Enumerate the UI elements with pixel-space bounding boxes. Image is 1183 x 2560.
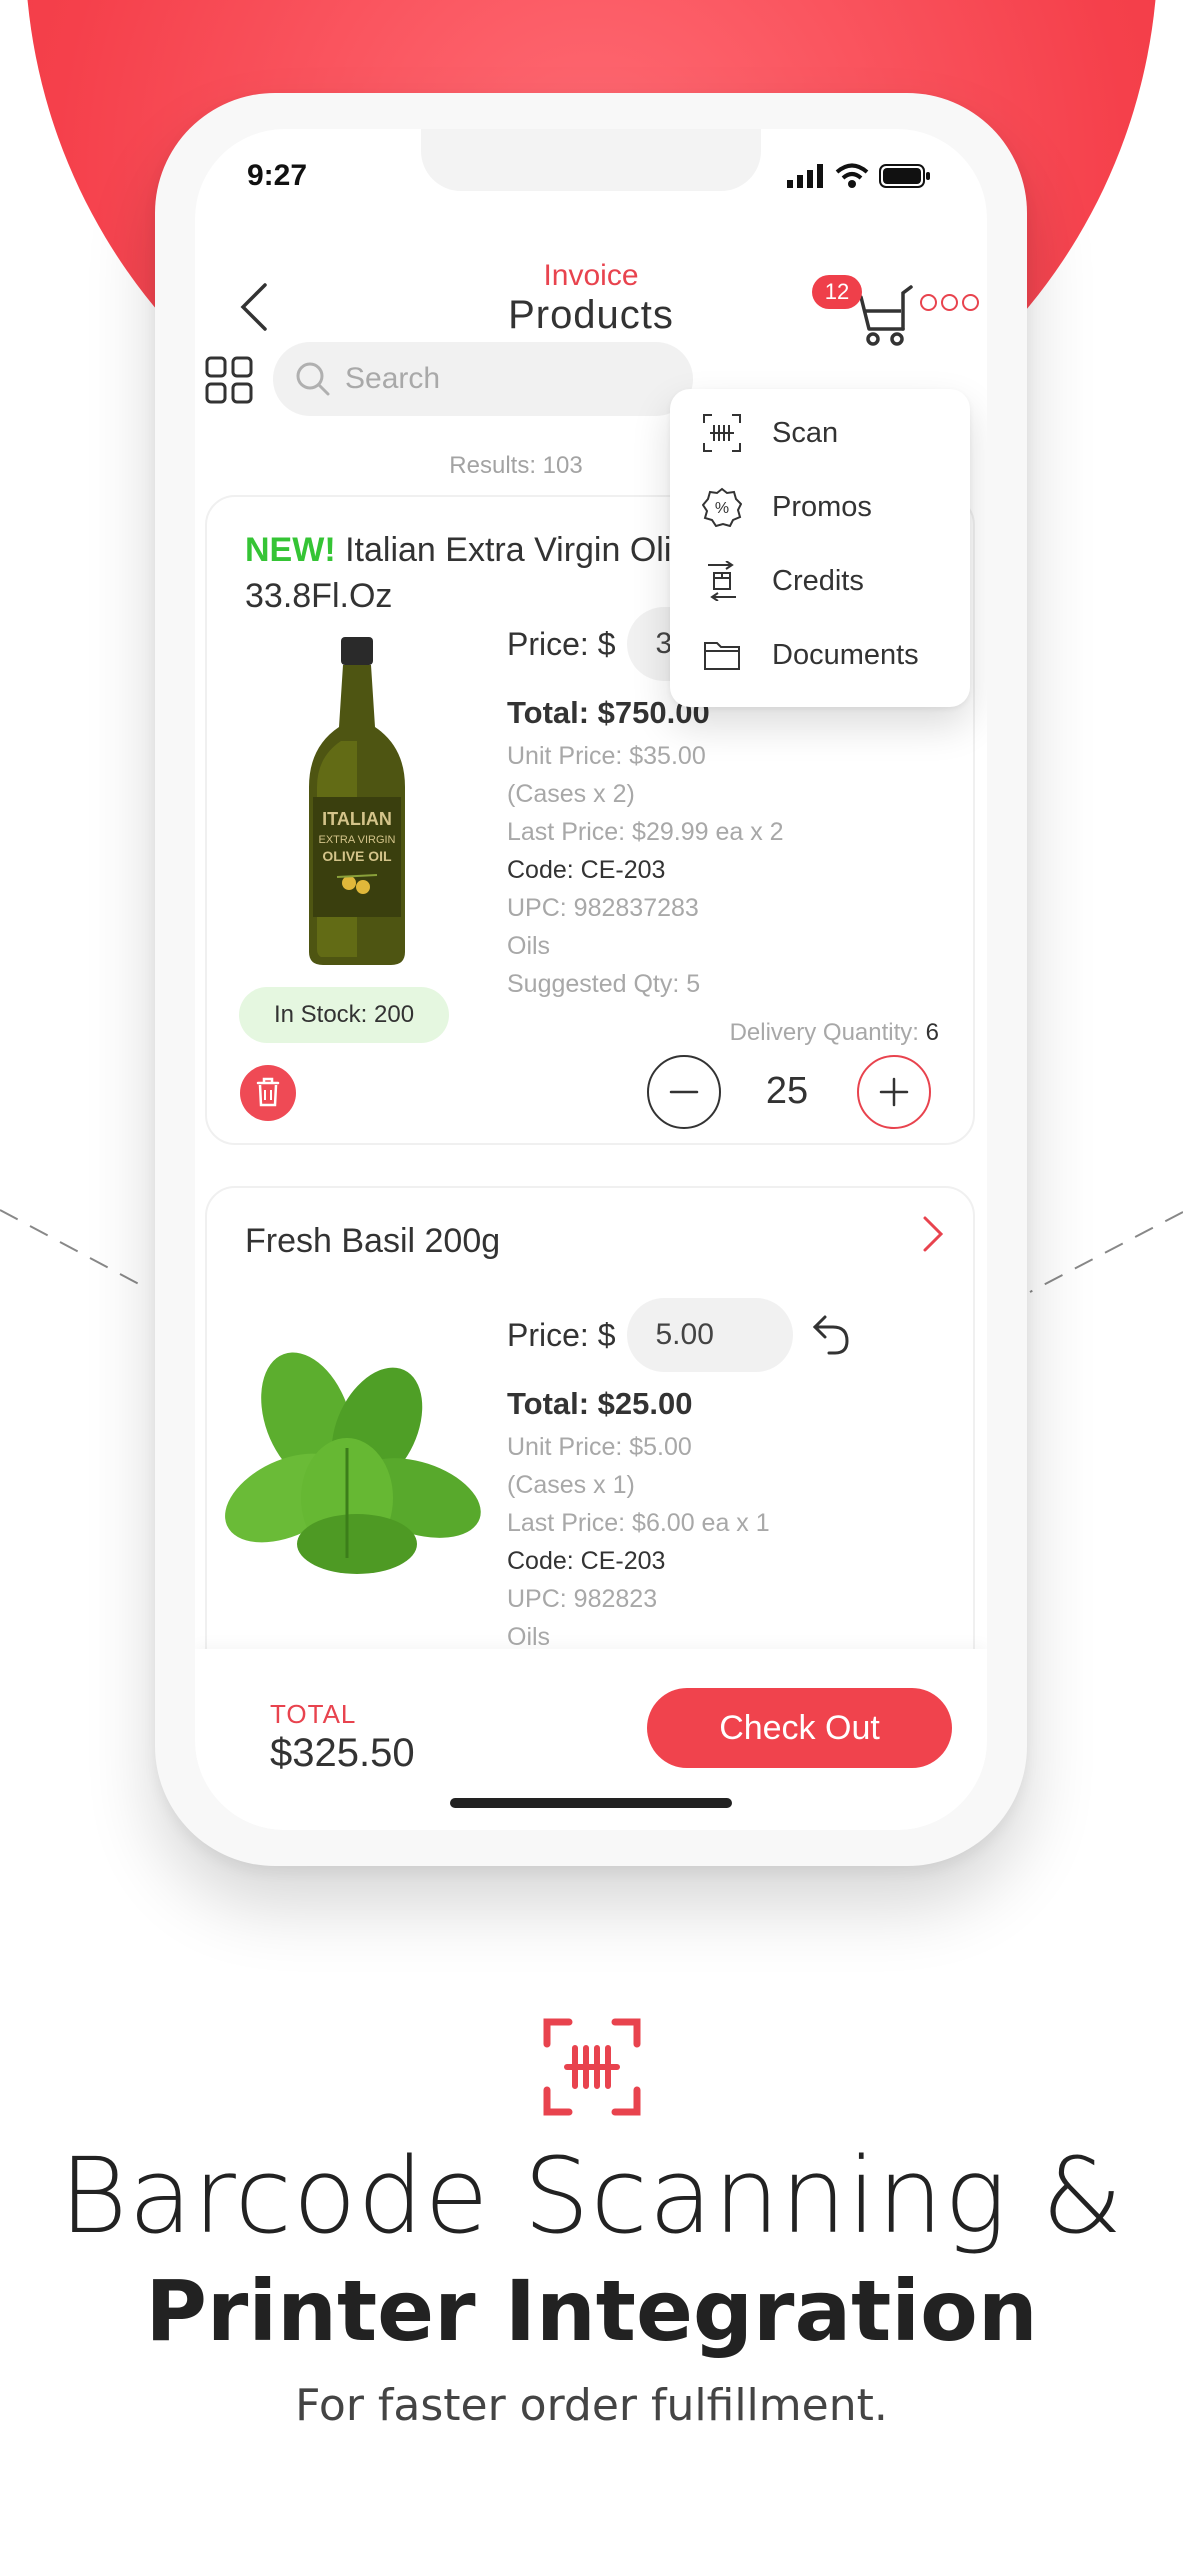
headline-line-1: Barcode Scanning & — [59, 2135, 1124, 2257]
menu-item-label: Credits — [772, 564, 864, 597]
bottle-label-text: ITALIAN — [322, 809, 392, 829]
credit-exchange-icon — [708, 561, 736, 601]
home-indicator[interactable] — [450, 1798, 732, 1808]
more-options-button[interactable] — [920, 294, 979, 311]
barcode-scan-icon — [703, 414, 741, 452]
svg-text:%: % — [715, 500, 729, 517]
phone-notch — [421, 129, 761, 191]
menu-item-label: Documents — [772, 638, 919, 671]
search-bar[interactable] — [273, 342, 693, 416]
wifi-icon — [835, 163, 869, 188]
menu-item-label: Scan — [772, 416, 839, 449]
percent-badge-icon: % — [702, 487, 742, 527]
product-upc: UPC: 982837283 — [507, 894, 699, 922]
menu-item-scan[interactable]: Scan — [702, 403, 838, 463]
more-dot-icon — [941, 294, 958, 311]
minus-icon — [669, 1090, 699, 1094]
chevron-right-icon[interactable] — [915, 1212, 949, 1256]
barcode-scan-icon — [543, 2018, 641, 2116]
product-details: Unit Price: $5.00 (Cases x 1) Last Price… — [507, 1428, 770, 1656]
more-dot-icon — [962, 294, 979, 311]
quantity-value[interactable]: 25 — [747, 1070, 827, 1113]
search-icon — [296, 362, 330, 396]
in-stock-badge: In Stock: 200 — [239, 987, 449, 1043]
menu-item-label: Promos — [772, 490, 872, 523]
checkout-button[interactable]: Check Out — [647, 1688, 952, 1768]
subheadline: For faster order fulfillment. — [295, 2380, 888, 2431]
grid-view-icon[interactable] — [205, 356, 253, 404]
headline-line-2: Printer Integration — [145, 2262, 1038, 2360]
unit-price: Unit Price: $35.00 — [507, 742, 706, 770]
total-value: $325.50 — [270, 1731, 415, 1775]
new-badge: NEW! — [245, 531, 336, 569]
price-label: Price: $ — [507, 625, 616, 662]
product-title[interactable]: Fresh Basil 200g — [245, 1218, 885, 1264]
price-label: Price: $ — [507, 1316, 616, 1353]
product-details: Unit Price: $35.00 (Cases x 2) Last Pric… — [507, 737, 784, 1003]
app-screen: 9:27 Invoice Products 12 Search Results:… — [195, 129, 987, 1830]
undo-price-icon[interactable] — [811, 1313, 851, 1357]
product-upc: UPC: 982823 — [507, 1585, 658, 1613]
last-price: Last Price: $6.00 ea x 1 — [507, 1509, 770, 1537]
battery-icon — [879, 164, 930, 188]
suggested-qty: Suggested Qty: 5 — [507, 970, 701, 998]
menu-item-credits[interactable]: Credits — [702, 551, 864, 611]
phone-frame: 9:27 Invoice Products 12 Search Results:… — [155, 93, 1027, 1866]
menu-item-promos[interactable]: % Promos — [702, 477, 872, 537]
last-price: Last Price: $29.99 ea x 2 — [507, 818, 784, 846]
product-code: Code: CE-203 — [507, 1547, 666, 1575]
plus-icon — [879, 1077, 909, 1107]
price-row: Price: $ 5.00 — [507, 1298, 851, 1372]
delivery-value: 6 — [925, 1019, 939, 1046]
price-input[interactable]: 5.00 — [627, 1298, 794, 1372]
menu-item-documents[interactable]: Documents — [702, 625, 919, 685]
delivery-quantity: Delivery Quantity: 6 — [730, 1019, 939, 1047]
olive-oil-bottle-image: ITALIAN EXTRA VIRGIN OLIVE OIL — [309, 637, 405, 965]
bottle-label-text: OLIVE OIL — [322, 848, 392, 864]
increase-quantity-button[interactable] — [857, 1055, 931, 1129]
decrease-quantity-button[interactable] — [647, 1055, 721, 1129]
more-options-menu: Scan % Promos Credits Documents — [670, 389, 970, 707]
search-input[interactable] — [345, 362, 645, 396]
product-code: Code: CE-203 — [507, 856, 666, 884]
bottle-label-text: EXTRA VIRGIN — [318, 834, 395, 846]
cases-count: (Cases x 2) — [507, 780, 635, 808]
cases-count: (Cases x 1) — [507, 1471, 635, 1499]
cart-count-badge: 12 — [812, 275, 862, 309]
trash-icon — [256, 1077, 280, 1107]
unit-price: Unit Price: $5.00 — [507, 1433, 692, 1461]
total-label: TOTAL — [270, 1699, 357, 1729]
basil-image — [225, 1352, 481, 1574]
more-dot-icon — [920, 294, 937, 311]
line-total: Total: $25.00 — [507, 1386, 693, 1421]
folder-icon — [704, 642, 740, 670]
cellular-signal-icon — [787, 164, 823, 188]
delete-button[interactable] — [240, 1065, 296, 1121]
product-category: Oils — [507, 932, 551, 960]
status-time: 9:27 — [247, 159, 308, 192]
delivery-label: Delivery Quantity: — [729, 1019, 919, 1046]
status-icons — [787, 163, 931, 189]
